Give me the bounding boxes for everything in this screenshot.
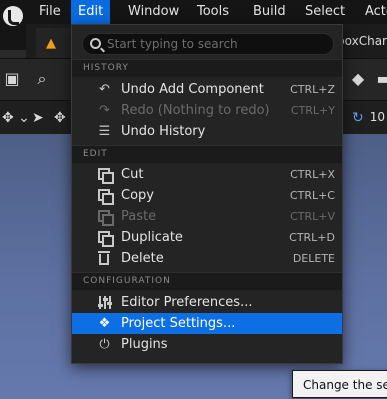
cube-icon: ❖ [98, 316, 111, 331]
menu-item-label: Copy [121, 188, 154, 203]
duplicate-icon [97, 230, 114, 247]
menu-item-undo[interactable]: ↶ Undo Add Component CTRL+Z [72, 79, 342, 100]
menu-search [82, 33, 334, 55]
menu-item-shortcut: CTRL+X [290, 168, 335, 181]
menu-item-shortcut: CTRL+Z [290, 83, 335, 96]
menu-item-shortcut: CTRL+Y [290, 104, 335, 117]
menu-item-redo: ↷ Redo (Nothing to redo) CTRL+Y [72, 100, 342, 121]
menu-item-label: Cut [121, 167, 144, 182]
menu-item-label: Editor Preferences... [121, 295, 253, 310]
menu-item-label: Undo History [121, 124, 206, 139]
menu-item-paste: Paste CTRL+V [72, 206, 342, 227]
menu-item-label: Undo Add Component [121, 82, 264, 97]
menu-item-label: Paste [121, 209, 157, 224]
sliders-icon [97, 295, 112, 310]
select-cursor-icon[interactable]: ➤ [32, 107, 44, 129]
menu-select[interactable]: Select [298, 0, 352, 24]
unreal-logo[interactable] [0, 0, 26, 50]
toolbar-icon[interactable]: ▬ [372, 67, 387, 91]
menu-tools[interactable]: Tools [190, 0, 236, 24]
level-icon: ▲ [46, 36, 56, 51]
menu-item-shortcut: CTRL+V [290, 210, 335, 223]
section-configuration-label: CONFIGURATION [83, 276, 171, 286]
menu-edit[interactable]: Edit [71, 0, 111, 24]
redo-icon: ↷ [99, 103, 110, 118]
menu-bar: File Edit Window Tools Build Select Acto [0, 0, 387, 50]
menu-item-copy[interactable]: Copy CTRL+C [72, 185, 342, 206]
menu-file[interactable]: File [32, 0, 68, 24]
menu-item-editor-preferences[interactable]: Editor Preferences... [72, 292, 342, 313]
undo-icon: ↶ [99, 82, 110, 97]
menu-item-label: Plugins [121, 337, 168, 352]
transform-dropdown[interactable]: ✥ ⌄ [2, 107, 30, 129]
tooltip: Change the sett [292, 370, 387, 398]
search-icon [90, 38, 101, 49]
trash-icon [97, 251, 112, 266]
menu-item-shortcut: CTRL+C [289, 189, 335, 202]
section-edit-label: EDIT [83, 149, 108, 159]
menu-item-cut[interactable]: Cut CTRL+X [72, 164, 342, 185]
paste-icon [97, 209, 114, 226]
section-history-label: HISTORY [83, 63, 129, 73]
menu-item-label: Redo (Nothing to redo) [121, 103, 270, 118]
menu-actor[interactable]: Acto [358, 0, 387, 24]
edit-menu-dropdown: HISTORY ↶ Undo Add Component CTRL+Z ↷ Re… [71, 24, 343, 364]
save-icon[interactable]: ▣ [0, 67, 24, 91]
tooltip-text: Change the sett [303, 378, 387, 392]
menu-item-plugins[interactable]: ⏻ Plugins [72, 334, 342, 355]
menu-build[interactable]: Build [246, 0, 293, 24]
history-icon: ☰ [98, 124, 111, 139]
rotate-snap-icon[interactable]: ↻ [352, 107, 364, 129]
section-history: HISTORY [72, 59, 342, 77]
section-configuration: CONFIGURATION [72, 272, 342, 290]
copy-icon [97, 188, 114, 205]
menu-item-shortcut: CTRL+D [289, 231, 335, 244]
menu-window[interactable]: Window [121, 0, 186, 24]
menu-item-undo-history[interactable]: ☰ Undo History [72, 121, 342, 142]
menu-item-label: Delete [121, 251, 164, 266]
move-icon[interactable]: ✥ [54, 107, 66, 129]
browse-icon[interactable]: ⌕ [30, 67, 54, 91]
search-input[interactable] [107, 34, 327, 54]
snap-value[interactable]: 10 [370, 100, 387, 134]
section-edit: EDIT [72, 145, 342, 163]
cut-icon [97, 167, 114, 184]
menu-item-label: Project Settings... [121, 316, 236, 331]
menu-item-delete[interactable]: Delete DELETE [72, 248, 342, 269]
menu-item-duplicate[interactable]: Duplicate CTRL+D [72, 227, 342, 248]
plug-icon: ⏻ [99, 337, 110, 352]
tab-title[interactable]: boxChar [337, 24, 387, 58]
menu-item-project-settings[interactable]: ❖ Project Settings... [72, 313, 342, 334]
menu-item-shortcut: DELETE [292, 252, 335, 265]
modes-icon[interactable]: ◆ [346, 67, 370, 91]
menu-item-label: Duplicate [121, 230, 183, 245]
